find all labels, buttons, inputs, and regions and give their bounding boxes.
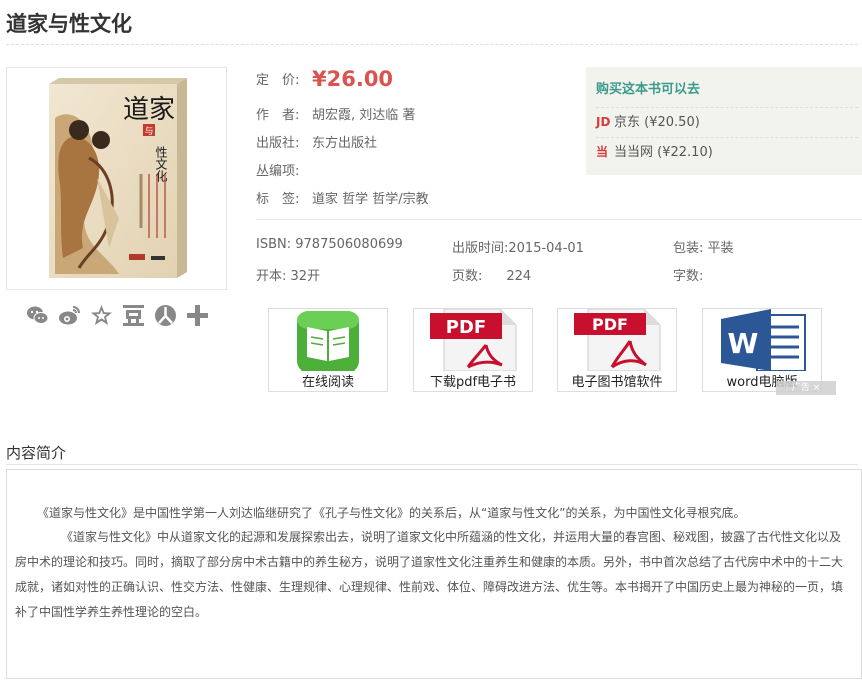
intro-paragraph: 《道家与性文化》中从道家文化的起源和发展探索出去，说明了道家文化中所蕴涵的性文化…	[15, 530, 844, 619]
tags-value[interactable]: 道家 哲学 哲学/宗教	[312, 192, 429, 207]
words-label: 字数:	[673, 269, 704, 284]
svg-text:PDF: PDF	[592, 315, 628, 334]
format-label: 开本:	[256, 269, 287, 284]
intro-divider	[6, 464, 858, 465]
intro-heading: 内容简介	[6, 444, 67, 462]
tags-label: 标 签:	[256, 192, 300, 207]
word-icon: W	[721, 309, 806, 371]
svg-text:PDF: PDF	[446, 317, 486, 338]
info-divider	[256, 219, 862, 220]
store-price: (¥22.10)	[657, 145, 713, 160]
word-version-button[interactable]: W word电脑版	[702, 308, 822, 392]
price-value: ¥26.00	[312, 67, 394, 91]
book-reader-icon	[297, 311, 359, 371]
wechat-icon[interactable]	[26, 304, 49, 327]
star-icon[interactable]	[90, 304, 113, 327]
store-dangdang[interactable]: 当当当网 (¥22.10)	[596, 137, 858, 167]
format-row: 开本: 32开	[256, 265, 320, 284]
pages-row: 页数: 224	[452, 265, 531, 284]
pdf-icon: PDF	[430, 309, 517, 371]
title-divider	[6, 44, 858, 45]
price-row: 定 价: ¥26.00	[256, 67, 393, 91]
weibo-icon[interactable]	[58, 304, 81, 327]
pubdate-value: 2015-04-01	[508, 241, 584, 256]
tags-row: 标 签: 道家 哲学 哲学/宗教	[256, 188, 429, 207]
publisher-label: 出版社:	[256, 136, 300, 151]
buy-box: 购买这本书可以去 JD 京东 (¥20.50) 当当当网 (¥22.10)	[586, 67, 862, 175]
store-price: (¥20.50)	[644, 115, 700, 130]
share-bar	[26, 304, 218, 328]
isbn-label: ISBN:	[256, 237, 292, 252]
ad-close-button[interactable]: 广告 ×	[776, 381, 836, 395]
store-name: 当当网	[614, 145, 654, 160]
download-pdf-button[interactable]: PDF 下载pdf电子书	[413, 308, 533, 392]
store-jd[interactable]: JD 京东 (¥20.50)	[596, 107, 858, 137]
publisher-row: 出版社: 东方出版社	[256, 132, 377, 151]
cover-mid-text: 与	[144, 126, 153, 137]
format-value: 32开	[290, 269, 321, 284]
cover-frame: 道家 与 性文化	[6, 67, 227, 290]
read-online-button[interactable]: 在线阅读	[268, 308, 388, 392]
store-name: 京东	[614, 115, 641, 130]
isbn-row: ISBN: 9787506080699	[256, 237, 403, 252]
binding-value: 平装	[707, 241, 734, 256]
svg-text:W: W	[728, 327, 759, 360]
isbn-value: 9787506080699	[295, 237, 403, 252]
author-value[interactable]: 胡宏霞, 刘达临 著	[312, 108, 415, 123]
cover-title-text: 道家	[123, 95, 175, 125]
words-row: 字数:	[673, 265, 703, 284]
series-row: 丛编项:	[256, 160, 312, 179]
elibrary-software-button[interactable]: PDF 电子图书馆软件	[557, 308, 677, 392]
pages-value: 224	[506, 269, 532, 284]
intro-paragraph: 《道家与性文化》是中国性学第一人刘达临继研究了《孔子与性文化》的关系后，从“道家…	[37, 506, 746, 520]
dangdang-icon: 当	[596, 145, 609, 159]
buy-heading: 购买这本书可以去	[596, 82, 701, 97]
book-cover-image[interactable]: 道家 与 性文化	[49, 78, 187, 278]
binding-row: 包装: 平装	[673, 237, 734, 256]
publisher-value[interactable]: 东方出版社	[312, 136, 377, 151]
plus-icon[interactable]	[186, 304, 209, 327]
download-label: 下载pdf电子书	[429, 375, 517, 390]
page-title: 道家与性文化	[6, 12, 132, 36]
pubdate-label: 出版时间:	[452, 241, 509, 256]
author-label: 作 者:	[256, 108, 300, 123]
author-row: 作 者: 胡宏霞, 刘达临 著	[256, 104, 415, 123]
pubdate-row: 出版时间:2015-04-01	[452, 237, 584, 256]
renren-icon[interactable]	[154, 304, 177, 327]
jd-icon: JD	[596, 115, 611, 129]
pages-label: 页数:	[452, 269, 483, 284]
douban-icon[interactable]	[122, 304, 145, 327]
binding-label: 包装:	[673, 241, 704, 256]
intro-box: 《道家与性文化》是中国性学第一人刘达临继研究了《孔子与性文化》的关系后，从“道家…	[6, 469, 862, 679]
pdf-icon: PDF	[574, 309, 661, 371]
series-label: 丛编项:	[256, 164, 300, 179]
price-label: 定 价:	[256, 73, 300, 88]
download-label: 在线阅读	[301, 375, 354, 390]
download-label: 电子图书馆软件	[571, 375, 663, 390]
